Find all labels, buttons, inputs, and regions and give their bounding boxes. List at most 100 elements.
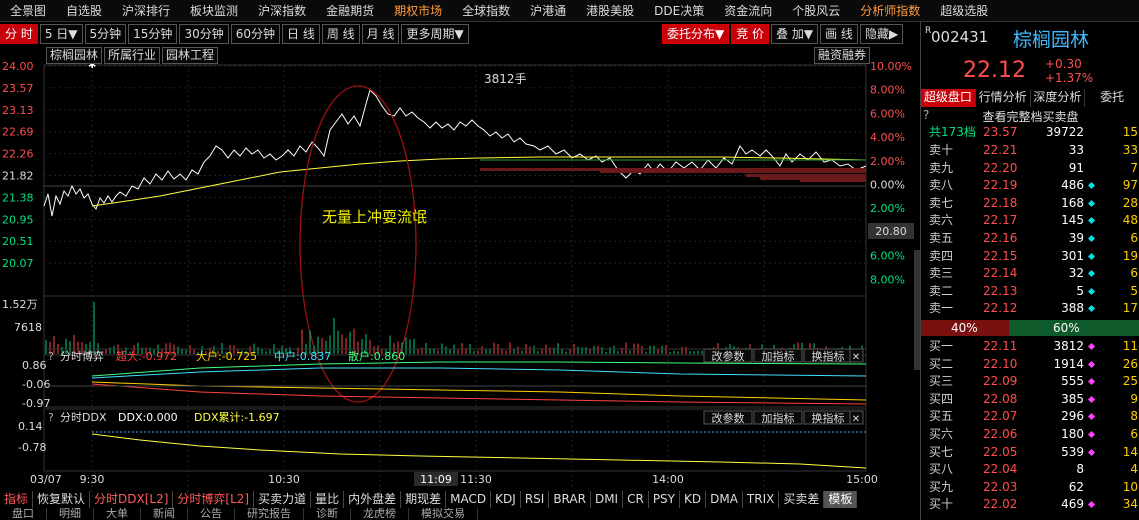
chart-tool-button[interactable]: 隐藏▶ (859, 24, 904, 44)
price-axis-label: 23.13 (2, 104, 34, 117)
indicator-tab[interactable]: 恢复默认 (33, 490, 91, 508)
indicator-tab[interactable]: 买卖差 (779, 490, 825, 508)
indicator-tab[interactable]: MACD (446, 490, 492, 508)
orderbook-row: 卖七 22.18 168 28 (921, 195, 1139, 213)
price-axis-label: 20.95 (2, 213, 34, 226)
orderbook-volume: 33 (1068, 143, 1084, 157)
top-menu-item[interactable]: 板块监测 (180, 0, 248, 22)
orderbook-summary: 共173档 23.57 39722 15 (921, 124, 1139, 142)
boyi-da-line (91, 381, 867, 401)
indicator-tab[interactable]: DMA (706, 490, 743, 508)
orderbook-price: 22.15 (983, 248, 1018, 263)
price-axis-label: 20.07 (2, 257, 34, 270)
chart-tool-button[interactable]: 委托分布▼ (662, 24, 730, 44)
top-menu-item[interactable]: 沪深指数 (248, 0, 316, 22)
indicator-tab[interactable]: 分时DDX[L2] (90, 490, 174, 508)
orderbook-count: 11 (1122, 339, 1138, 353)
chart-tool-button[interactable]: 竞 价 (731, 24, 770, 44)
orderbook-flag-icon (1087, 501, 1096, 509)
bottom-tab[interactable]: 龙虎榜 (351, 508, 409, 520)
indicator-tab[interactable]: DMI (591, 490, 624, 508)
orderbook-level-label: 买八 (929, 462, 954, 477)
period-button[interactable]: 5分钟 (84, 24, 127, 44)
stock-tab[interactable]: 棕榈园林 (46, 47, 103, 64)
indicator-tab[interactable]: PSY (649, 490, 680, 508)
orderbook-row: 卖三 22.14 32 6 (921, 265, 1139, 283)
price-axis-label: 22.26 (2, 148, 34, 161)
time-axis-label: 10:30 (268, 473, 300, 486)
bottom-tabs: 盘口 明细 大单 新闻 公告 研究报告 诊断 龙虎榜 模拟交易 (0, 508, 920, 520)
period-button[interactable]: 更多周期▼ (401, 24, 469, 44)
time-axis-label: 15:00 (846, 473, 878, 486)
bottom-tab[interactable]: 明细 (47, 508, 94, 520)
margin-trading-button[interactable]: 融资融券 (814, 47, 871, 64)
top-menu-item[interactable]: 分析师指数 (850, 0, 930, 22)
indicator-tab[interactable]: 指标 (0, 490, 34, 508)
indicator-tab[interactable]: CR (623, 490, 649, 508)
indicator-tab[interactable]: 期现差 (401, 490, 447, 508)
top-menu-item[interactable]: DDE决策 (644, 0, 714, 22)
orderbook-row: 买二 22.10 1914 26 (921, 356, 1139, 374)
period-button[interactable]: 60分钟 (230, 24, 280, 44)
indicator-tab[interactable]: 模板 (824, 490, 858, 508)
orderbook-level-label: 买五 (929, 409, 954, 424)
stock-tabs: 棕榈园林 所属行业 园林工程 (46, 47, 220, 64)
top-menu-item[interactable]: 金融期货 (316, 0, 384, 22)
indicator-tab[interactable]: TRIX (743, 490, 780, 508)
indicator-tab[interactable]: 内外盘差 (344, 490, 402, 508)
orderbook-row: 买六 22.06 180 6 (921, 426, 1139, 444)
top-menu-item[interactable]: 个股风云 (782, 0, 850, 22)
top-menu-item[interactable]: 全球指数 (452, 0, 520, 22)
boyi-zhong-value: 中户:0.837 (274, 349, 331, 363)
period-button[interactable]: 30分钟 (179, 24, 229, 44)
period-button[interactable]: 日 线 (282, 24, 320, 44)
indicator-tab[interactable]: BRAR (549, 490, 591, 508)
orderbook-price: 22.04 (983, 462, 1018, 477)
period-button[interactable]: 周 线 (321, 24, 360, 44)
summary-count: 15 (1122, 125, 1138, 139)
top-menu-item[interactable]: 期权市场 (384, 0, 452, 22)
orderbook-level-label: 卖六 (929, 213, 954, 228)
top-menu-item[interactable]: 沪港通 (520, 0, 576, 22)
orderbook-count: 10 (1122, 479, 1138, 494)
top-menu-item[interactable]: 沪深排行 (112, 0, 180, 22)
boyi-axis-label: 0.86 (22, 359, 47, 372)
chart-tool-button[interactable]: 画 线 (820, 24, 858, 44)
indicator-tab[interactable]: KD (680, 490, 707, 508)
orderbook-row: 买五 22.07 296 8 (921, 408, 1139, 426)
indicator-tab[interactable]: 分时博弈[L2] (173, 490, 255, 508)
top-menu-item[interactable]: 超级选股 (930, 0, 998, 22)
top-menu-item[interactable]: 港股美股 (576, 0, 644, 22)
chart-tool-button[interactable]: 叠 加▼ (771, 24, 819, 44)
period-button[interactable]: 15分钟 (128, 24, 178, 44)
bottom-tab[interactable]: 研究报告 (235, 508, 304, 520)
orderbook-flag-icon (1087, 360, 1096, 368)
bottom-tab[interactable]: 公告 (188, 508, 235, 520)
indicator-tab[interactable]: 量比 (311, 490, 345, 508)
orderbook-flag-icon (1087, 234, 1096, 243)
indicator-tab[interactable]: 买卖力道 (254, 490, 312, 508)
summary-label: 共173档 (929, 125, 976, 139)
bottom-tab[interactable]: 诊断 (304, 508, 351, 520)
bottom-tab[interactable]: 新闻 (141, 508, 188, 520)
period-button[interactable]: 5 日▼ (39, 24, 83, 44)
top-menu-item[interactable]: 自选股 (56, 0, 112, 22)
indicator-tab[interactable]: KDJ (491, 490, 521, 508)
period-button[interactable]: 分 时 (0, 24, 38, 44)
period-button[interactable]: 月 线 (361, 24, 400, 44)
ratio-left-text: 40% (951, 321, 978, 335)
indicator-tab[interactable]: RSI (521, 490, 550, 508)
order-distribution-bar (746, 174, 866, 177)
stock-tab[interactable]: 园林工程 (162, 47, 219, 64)
bottom-tab[interactable]: 盘口 (0, 508, 47, 520)
top-menu-item[interactable]: 资金流向 (714, 0, 782, 22)
stock-tab[interactable]: 所属行业 (104, 47, 161, 64)
orderbook-count: 28 (1122, 195, 1138, 210)
pct-axis-label: 6.00% (870, 107, 905, 120)
close-icon: ✕ (852, 352, 860, 363)
top-menu-item[interactable]: 全景图 (0, 0, 56, 22)
bottom-tab[interactable]: 大单 (94, 508, 141, 520)
orderbook-price: 22.12 (983, 301, 1018, 316)
bottom-tab[interactable]: 模拟交易 (409, 508, 478, 520)
orderbook-flag-icon (1087, 378, 1096, 386)
